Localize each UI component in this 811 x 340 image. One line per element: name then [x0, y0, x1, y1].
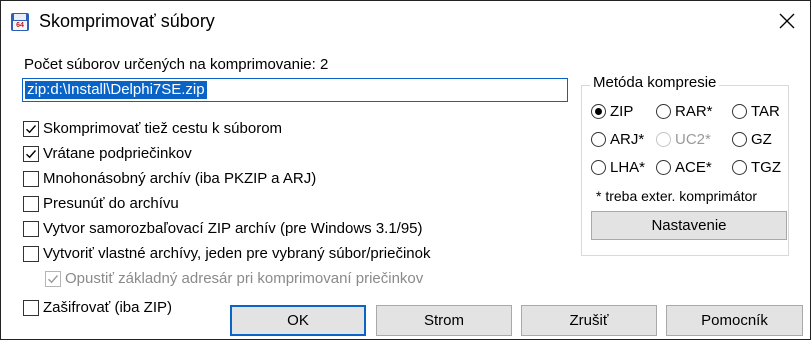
help-button[interactable]: Pomocník	[666, 305, 803, 336]
close-icon	[779, 13, 795, 29]
external-compressor-note: * treba exter. komprimátor	[596, 188, 758, 204]
radio-label: ZIP	[610, 103, 634, 120]
radio-icon	[656, 132, 671, 147]
option-label: Vrátane podpriečinkov	[43, 145, 192, 162]
close-button[interactable]	[764, 1, 810, 41]
file-count-label: Počet súborov určených na komprimovanie:…	[24, 56, 329, 73]
radio-label: UC2*	[675, 131, 711, 148]
tree-button[interactable]: Strom	[376, 305, 512, 336]
radio-icon	[732, 104, 747, 119]
option-label: Mnohonásobný archív (iba PKZIP a ARJ)	[43, 170, 317, 187]
radio-icon	[732, 132, 747, 147]
radio-label: RAR*	[675, 103, 713, 120]
checkbox[interactable]	[23, 221, 39, 237]
option-label: Vytvor samorozbaľovací ZIP archív (pre W…	[43, 220, 423, 237]
archive-path-value: zip:d:\Install\Delphi7SE.zip	[25, 81, 207, 99]
radio-label: ACE*	[675, 159, 712, 176]
radio-label: LHA*	[610, 159, 646, 176]
radio-icon	[732, 160, 747, 175]
option-label: Opustiť základný adresár pri komprimovan…	[65, 270, 424, 287]
checkbox[interactable]	[23, 171, 39, 187]
checkbox[interactable]	[23, 121, 39, 137]
checkmark-icon	[26, 150, 37, 159]
radio-selected-icon	[591, 104, 606, 119]
option-label: Skomprimovať tiež cestu k súborom	[43, 120, 283, 137]
checkbox[interactable]	[23, 146, 39, 162]
radio-icon	[656, 160, 671, 175]
option-label: Vytvoriť vlastné archívy, jeden pre vybr…	[43, 245, 431, 262]
compress-icon: 64	[11, 13, 29, 31]
checkmark-icon	[48, 275, 59, 284]
checkbox[interactable]	[23, 300, 39, 316]
checkmark-icon	[26, 125, 37, 134]
checkbox	[45, 271, 61, 287]
checkbox[interactable]	[23, 246, 39, 262]
radio-label: TGZ	[751, 159, 781, 176]
archive-path-input[interactable]: zip:d:\Install\Delphi7SE.zip	[22, 78, 568, 102]
radio-icon	[591, 160, 606, 175]
checkbox[interactable]	[23, 196, 39, 212]
radio-icon	[591, 132, 606, 147]
radio-label: ARJ*	[610, 131, 645, 148]
option-label: Zašifrovať (iba ZIP)	[43, 299, 172, 316]
radio-label: GZ	[751, 131, 772, 148]
ok-button[interactable]: OK	[230, 305, 366, 336]
option-label: Presunúť do archívu	[43, 195, 179, 212]
settings-button[interactable]: Nastavenie	[591, 211, 787, 240]
compression-group-title: Metóda kompresie	[590, 73, 720, 93]
window-title: Skomprimovať súbory	[39, 11, 215, 31]
title-bar: 64 Skomprimovať súbory	[1, 1, 810, 41]
compress-files-dialog: 64 Skomprimovať súbory Počet súborov urč…	[0, 0, 811, 340]
radio-label: TAR	[751, 103, 780, 120]
radio-icon	[656, 104, 671, 119]
cancel-button[interactable]: Zrušiť	[521, 305, 657, 336]
